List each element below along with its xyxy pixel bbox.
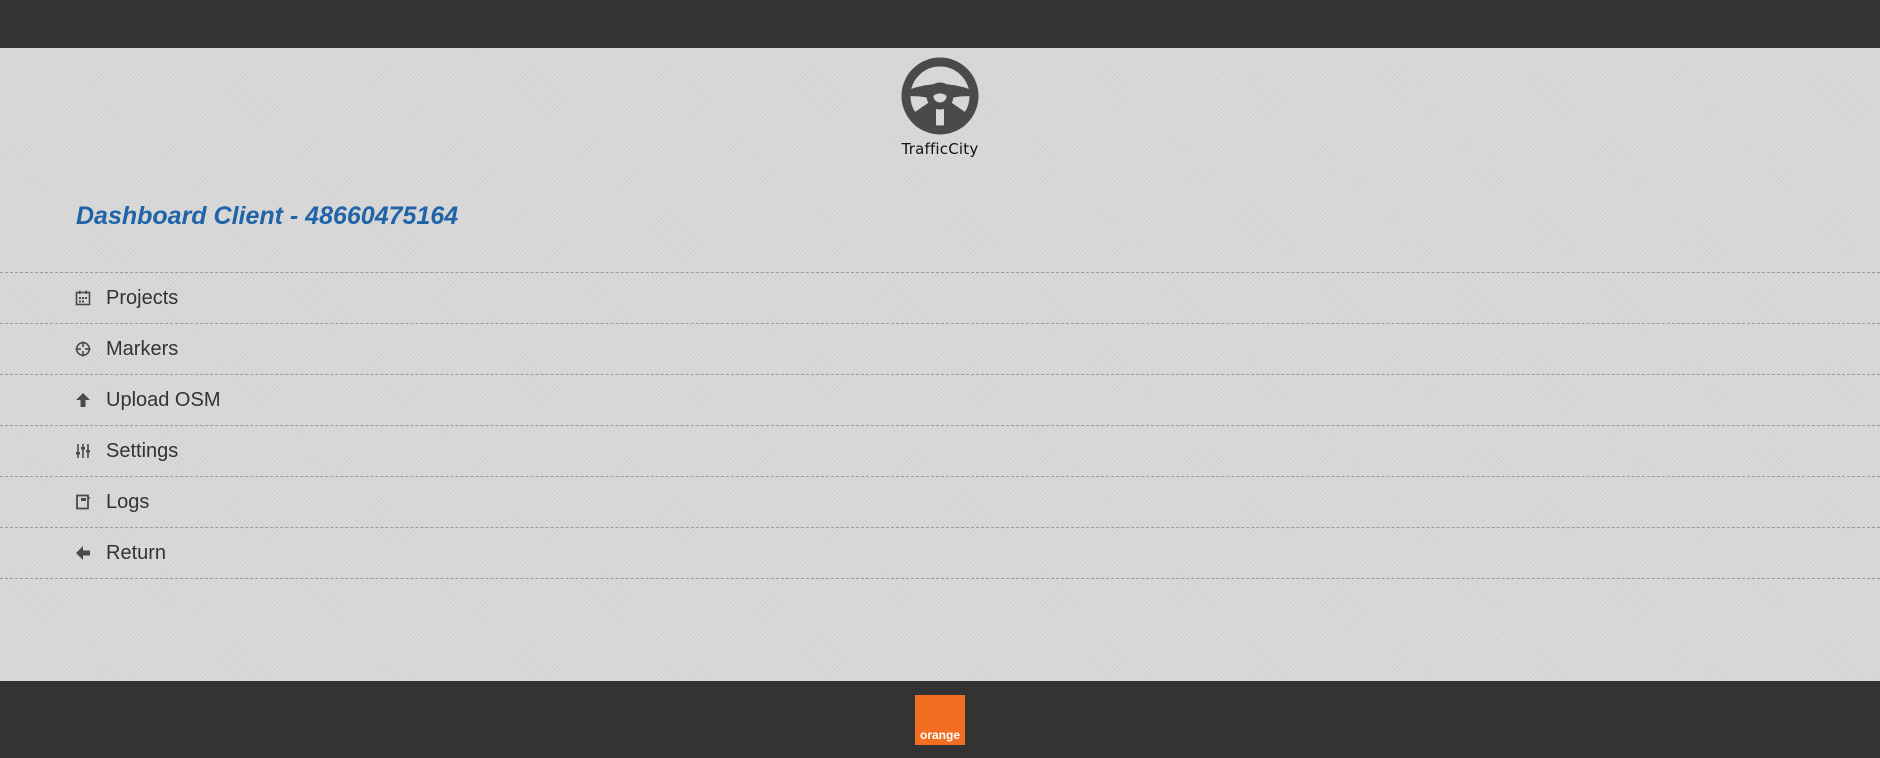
- menu-item-label: Settings: [106, 439, 179, 462]
- menu-item-label: Projects: [106, 286, 179, 309]
- menu-item-label: Markers: [106, 337, 179, 360]
- sliders-icon: [74, 442, 92, 460]
- menu-item-label: Upload OSM: [106, 388, 221, 411]
- steering-wheel-icon: [901, 57, 979, 135]
- arrow-up-icon: [74, 391, 92, 409]
- calendar-icon: [74, 289, 92, 307]
- top-bar: [0, 0, 1880, 48]
- brand-name: TrafficCity: [901, 140, 979, 158]
- menu-item-return[interactable]: Return: [0, 528, 1880, 579]
- crosshair-icon: [74, 340, 92, 358]
- menu-item-settings[interactable]: Settings: [0, 426, 1880, 477]
- arrow-left-icon: [74, 544, 92, 562]
- menu-item-markers[interactable]: Markers: [0, 324, 1880, 375]
- menu-item-upload-osm[interactable]: Upload OSM: [0, 375, 1880, 426]
- menu-item-projects[interactable]: Projects: [0, 273, 1880, 324]
- menu-item-label: Return: [106, 541, 167, 564]
- brand-logo: TrafficCity: [0, 56, 1880, 158]
- menu-item-label: Logs: [106, 490, 150, 513]
- orange-logo[interactable]: orange: [915, 695, 965, 745]
- orange-logo-text: orange: [919, 728, 960, 742]
- page-title: Dashboard Client - 48660475164: [76, 202, 459, 230]
- main-content: TrafficCity Dashboard Client - 486604751…: [0, 48, 1880, 681]
- footer-bar: orange: [0, 681, 1880, 758]
- menu-item-logs[interactable]: Logs: [0, 477, 1880, 528]
- notebook-icon: [74, 493, 92, 511]
- dashboard-menu: Projects Markers Upload OSM Settings Log…: [0, 272, 1880, 579]
